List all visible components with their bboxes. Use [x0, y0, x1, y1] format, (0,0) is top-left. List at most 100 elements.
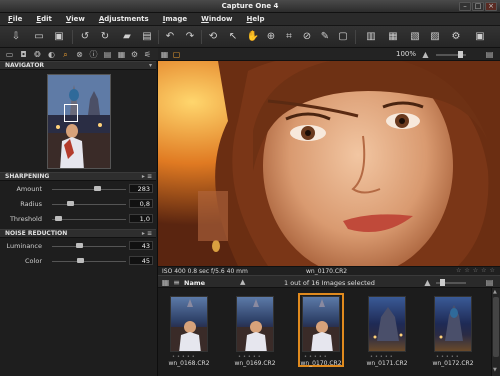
annotate-icon[interactable]: ▢: [336, 30, 350, 44]
tab-exposure-icon[interactable]: ◐: [46, 49, 57, 60]
rating-stars-icon[interactable]: ☆☆☆☆☆: [456, 267, 498, 274]
thumbnail-item[interactable]: ••••• wn_0169.CR2: [232, 293, 278, 367]
scrollbar-thumb[interactable]: [493, 297, 499, 357]
rotate-left-icon[interactable]: ↺: [78, 30, 92, 44]
luminance-value[interactable]: 43: [129, 241, 153, 250]
threshold-value[interactable]: 1,0: [129, 214, 153, 223]
folder-icon[interactable]: ▰: [120, 30, 134, 44]
tab-output-icon[interactable]: ▤: [102, 49, 113, 60]
panel-menu-icon[interactable]: ▸ ≡: [142, 230, 152, 238]
sort-select[interactable]: Name: [184, 279, 205, 287]
grid-icon[interactable]: ▦: [159, 49, 170, 60]
sort-direction-icon[interactable]: ▲: [240, 278, 245, 286]
tab-adjust-icon[interactable]: ⚟: [142, 49, 153, 60]
camera-icon[interactable]: ▣: [52, 30, 66, 44]
thumbnail-item[interactable]: ••••• wn_0171.CR2: [364, 293, 410, 367]
menu-adjustments[interactable]: Adjustments: [99, 15, 149, 23]
print-icon[interactable]: ▨: [428, 30, 442, 44]
tab-color-icon[interactable]: ❂: [32, 49, 43, 60]
menu-window[interactable]: Window: [201, 15, 232, 23]
tab-details-icon[interactable]: ⌕: [60, 49, 71, 60]
radius-track[interactable]: [52, 204, 126, 205]
sharpening-header[interactable]: SHARPENING ▸ ≡: [0, 172, 156, 181]
tab-capture-icon[interactable]: ◘: [18, 49, 29, 60]
capture-icon[interactable]: ▭: [32, 30, 46, 44]
radius-value[interactable]: 0,8: [129, 199, 153, 208]
sharpening-title: SHARPENING: [5, 173, 50, 180]
tab-lens-icon[interactable]: ⊗: [74, 49, 85, 60]
zoom-slider-knob[interactable]: [458, 51, 463, 58]
menu-view[interactable]: View: [66, 15, 85, 23]
selection-count: 1 out of 16 Images selected: [284, 279, 375, 287]
list-view-icon[interactable]: ≡: [171, 277, 182, 288]
close-icon[interactable]: ×: [485, 2, 497, 11]
color-label: Color: [25, 257, 42, 265]
tab-info-icon[interactable]: ⓘ: [88, 49, 99, 60]
browser-scrollbar[interactable]: ▲ ▼: [491, 288, 500, 376]
navigator-viewport-frame[interactable]: [64, 104, 78, 122]
viewer-menu-icon[interactable]: ▤: [484, 49, 495, 60]
panel-menu-icon[interactable]: ▸ ≡: [142, 173, 152, 181]
menu-edit[interactable]: Edit: [36, 15, 52, 23]
straighten-icon[interactable]: ⊘: [300, 30, 314, 44]
reset-icon[interactable]: ⟲: [206, 30, 220, 44]
radius-slider-row: Radius 0,8: [0, 197, 156, 211]
rotate-right-icon[interactable]: ↻: [98, 30, 112, 44]
pan-icon[interactable]: ✋: [246, 30, 260, 44]
navigator-title: NAVIGATOR: [5, 62, 45, 69]
undo-icon[interactable]: ↶: [163, 30, 177, 44]
threshold-slider[interactable]: [55, 216, 63, 221]
threshold-track[interactable]: [52, 219, 126, 220]
panel-menu-icon[interactable]: ▾: [149, 62, 152, 70]
menu-file[interactable]: File: [8, 15, 22, 23]
single-view-icon[interactable]: ▢: [171, 49, 182, 60]
fullscreen-icon[interactable]: ▣: [473, 30, 487, 44]
scroll-up-icon[interactable]: ▲: [493, 289, 497, 295]
tab-library-icon[interactable]: ▭: [4, 49, 15, 60]
process-icon[interactable]: ▥: [364, 30, 378, 44]
thumbnail-item-selected[interactable]: ••••• wn_0170.CR2: [298, 293, 344, 367]
menu-help[interactable]: Help: [247, 15, 265, 23]
color-slider-row: Color 45: [0, 254, 156, 268]
color-track[interactable]: [52, 261, 126, 262]
toolbar-separator: [158, 30, 159, 44]
select-icon[interactable]: ↖: [226, 30, 240, 44]
browser-size-icon[interactable]: ▲: [422, 277, 433, 288]
toolbar-separator: [201, 30, 202, 44]
menu-image[interactable]: Image: [163, 15, 187, 23]
batch-icon[interactable]: ▦: [386, 30, 400, 44]
radius-slider[interactable]: [66, 201, 74, 206]
trash-icon[interactable]: ▤: [140, 30, 154, 44]
zoom-icon[interactable]: ⊕: [264, 30, 278, 44]
scroll-down-icon[interactable]: ▼: [493, 367, 497, 373]
navigator-thumbnail[interactable]: [47, 74, 111, 169]
thumbnail-size-knob[interactable]: [440, 279, 445, 286]
color-slider[interactable]: [77, 258, 85, 263]
redo-icon[interactable]: ↷: [183, 30, 197, 44]
export-icon[interactable]: ▧: [408, 30, 422, 44]
amount-value[interactable]: 283: [129, 184, 153, 193]
color-value[interactable]: 45: [129, 256, 153, 265]
thumbnail-item[interactable]: ••••• wn_0172.CR2: [430, 293, 476, 367]
tab-batch-icon[interactable]: ▦: [116, 49, 127, 60]
thumbnail-view-icon[interactable]: ▦: [160, 277, 171, 288]
navigator-header[interactable]: NAVIGATOR ▾: [0, 61, 156, 70]
image-viewer[interactable]: [158, 61, 500, 266]
crop-icon[interactable]: ⌗: [282, 30, 296, 44]
settings-icon[interactable]: ⚙: [449, 30, 463, 44]
picker-icon[interactable]: ✎: [318, 30, 332, 44]
minimize-icon[interactable]: –: [459, 2, 471, 11]
noise-reduction-header[interactable]: NOISE REDUCTION ▸ ≡: [0, 229, 156, 238]
threshold-label: Threshold: [9, 215, 42, 223]
browser-menu-icon[interactable]: ▤: [484, 277, 495, 288]
amount-track[interactable]: [52, 189, 126, 190]
threshold-slider-row: Threshold 1,0: [0, 212, 156, 226]
zoom-slider-icon[interactable]: ▲: [420, 49, 431, 60]
luminance-track[interactable]: [52, 246, 126, 247]
thumbnail-item[interactable]: ••••• wn_0168.CR2: [166, 293, 212, 367]
amount-slider[interactable]: [93, 186, 101, 191]
luminance-slider[interactable]: [76, 243, 84, 248]
tab-settings-icon[interactable]: ⚙: [129, 49, 140, 60]
import-icon[interactable]: ⇩: [9, 30, 23, 44]
maximize-icon[interactable]: □: [472, 2, 484, 11]
